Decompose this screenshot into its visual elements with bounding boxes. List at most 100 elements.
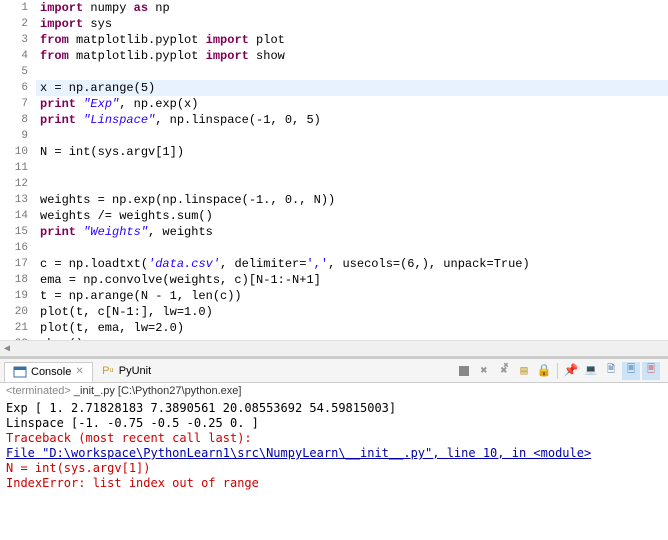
remove-launch-button[interactable]: ✖ [475,362,493,380]
code-line[interactable]: 17c = np.loadtxt('data.csv', delimiter='… [0,256,668,272]
line-number: 14 [0,208,36,224]
code-line[interactable]: 1import numpy as np [0,0,668,16]
tab-console-label: Console [31,366,71,378]
line-number: 3 [0,32,36,48]
code-line[interactable]: 11 [0,160,668,176]
line-content[interactable]: from matplotlib.pyplot import plot [36,32,668,48]
line-number: 21 [0,320,36,336]
line-number: 20 [0,304,36,320]
traceback-error: IndexError: list index out of range [6,476,662,491]
code-line[interactable]: 7print "Exp", np.exp(x) [0,96,668,112]
line-content[interactable] [36,160,668,176]
console-header: <terminated> _init_.py [C:\Python27\pyth… [0,383,668,399]
line-content[interactable] [36,240,668,256]
show-err-button[interactable]: 🗏 [642,362,660,380]
line-content[interactable] [36,64,668,80]
pin-console-button[interactable]: 📌 [562,362,580,380]
lock-icon: 🔒 [537,363,552,378]
code-line[interactable]: 5 [0,64,668,80]
code-line[interactable]: 18ema = np.convolve(weights, c)[N-1:-N+1… [0,272,668,288]
line-content[interactable]: plot(t, c[N-1:], lw=1.0) [36,304,668,320]
code-line[interactable]: 20plot(t, c[N-1:], lw=1.0) [0,304,668,320]
editor-horizontal-scrollbar[interactable]: ◀ [0,340,668,356]
code-line[interactable]: 14weights /= weights.sum() [0,208,668,224]
code-line[interactable]: 3from matplotlib.pyplot import plot [0,32,668,48]
line-content[interactable]: ema = np.convolve(weights, c)[N-1:-N+1] [36,272,668,288]
line-number: 11 [0,160,36,176]
code-editor[interactable]: 1import numpy as np2import sys3from matp… [0,0,668,340]
console-icon [13,365,27,379]
clear-icon: ▤ [520,363,527,378]
code-line[interactable]: 12 [0,176,668,192]
tab-close-icon[interactable]: ✕ [75,366,83,377]
code-line[interactable]: 15print "Weights", weights [0,224,668,240]
toolbar-separator [557,363,558,379]
line-content[interactable]: import numpy as np [36,0,668,16]
open-console-button[interactable]: 🗎 [602,362,620,380]
console-panel: Console ✕ Pu PyUnit ✖ ✖✖ ▤ 🔒 📌 💻 🗎 🗏 🗏 <… [0,358,668,540]
line-content[interactable]: t = np.arange(N - 1, len(c)) [36,288,668,304]
code-line[interactable]: 19t = np.arange(N - 1, len(c)) [0,288,668,304]
line-number: 12 [0,176,36,192]
display-icon: 💻 [585,365,597,377]
line-content[interactable] [36,176,668,192]
line-content[interactable]: weights = np.exp(np.linspace(-1., 0., N)… [36,192,668,208]
line-number: 10 [0,144,36,160]
line-number: 5 [0,64,36,80]
line-number: 17 [0,256,36,272]
traceback-file-link[interactable]: File "D:\workspace\PythonLearn1\src\Nump… [6,446,662,461]
console-tab-bar: Console ✕ Pu PyUnit ✖ ✖✖ ▤ 🔒 📌 💻 🗎 🗏 🗏 [0,359,668,383]
tab-pyunit[interactable]: Pu PyUnit [93,362,159,380]
line-content[interactable]: import sys [36,16,668,32]
scroll-left-icon: ◀ [4,343,10,355]
line-number: 1 [0,0,36,16]
clear-console-button[interactable]: ▤ [515,362,533,380]
output-line: Exp [ 1. 2.71828183 7.3890561 20.0855369… [6,401,662,416]
line-content[interactable]: N = int(sys.argv[1]) [36,144,668,160]
show-err-icon: 🗏 [647,362,655,379]
line-number: 8 [0,112,36,128]
line-content[interactable]: c = np.loadtxt('data.csv', delimiter=','… [36,256,668,272]
code-line[interactable]: 4from matplotlib.pyplot import show [0,48,668,64]
stop-icon [459,366,469,376]
code-line[interactable]: 16 [0,240,668,256]
line-number: 7 [0,96,36,112]
code-line[interactable]: 9 [0,128,668,144]
double-x-icon: ✖✖ [500,363,507,378]
show-out-icon: 🗏 [627,362,635,379]
code-line[interactable]: 6x = np.arange(5) [0,80,668,96]
code-line[interactable]: 8print "Linspace", np.linspace(-1, 0, 5) [0,112,668,128]
output-line: Linspace [-1. -0.75 -0.5 -0.25 0. ] [6,416,662,431]
line-content[interactable]: print "Weights", weights [36,224,668,240]
line-content[interactable]: from matplotlib.pyplot import show [36,48,668,64]
traceback-code: N = int(sys.argv[1]) [6,461,662,476]
code-line[interactable]: 10N = int(sys.argv[1]) [0,144,668,160]
line-number: 18 [0,272,36,288]
line-number: 15 [0,224,36,240]
code-line[interactable]: 13weights = np.exp(np.linspace(-1., 0., … [0,192,668,208]
x-icon: ✖ [480,363,487,378]
launch-label: _init_.py [C:\Python27\python.exe] [74,385,242,397]
code-line[interactable]: 2import sys [0,16,668,32]
tab-pyunit-label: PyUnit [119,365,151,377]
display-console-button[interactable]: 💻 [582,362,600,380]
show-console-button[interactable]: 🗏 [622,362,640,380]
line-number: 4 [0,48,36,64]
scroll-lock-button[interactable]: 🔒 [535,362,553,380]
tab-console[interactable]: Console ✕ [4,362,93,382]
traceback-head: Traceback (most recent call last): [6,431,662,446]
open-icon: 🗎 [607,362,615,379]
line-content[interactable] [36,128,668,144]
line-content[interactable]: print "Linspace", np.linspace(-1, 0, 5) [36,112,668,128]
line-number: 16 [0,240,36,256]
line-content[interactable]: x = np.arange(5) [36,80,668,96]
remove-all-launches-button[interactable]: ✖✖ [495,362,513,380]
console-toolbar: ✖ ✖✖ ▤ 🔒 📌 💻 🗎 🗏 🗏 [455,362,664,380]
console-output[interactable]: Exp [ 1. 2.71828183 7.3890561 20.0855369… [0,399,668,540]
line-content[interactable]: print "Exp", np.exp(x) [36,96,668,112]
pyunit-icon: Pu [101,364,115,378]
code-line[interactable]: 21plot(t, ema, lw=2.0) [0,320,668,336]
line-content[interactable]: weights /= weights.sum() [36,208,668,224]
line-content[interactable]: plot(t, ema, lw=2.0) [36,320,668,336]
terminate-button[interactable] [455,362,473,380]
